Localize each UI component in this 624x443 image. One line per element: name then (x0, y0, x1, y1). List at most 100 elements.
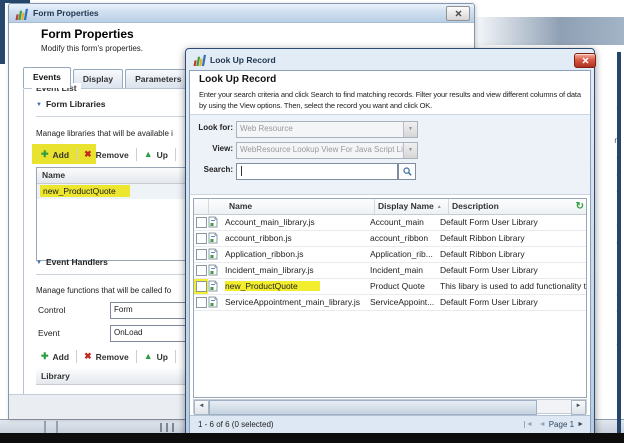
close-button[interactable] (446, 6, 470, 21)
script-file-icon (208, 296, 218, 308)
pager: ◄ ◄ Page 1 ► (521, 420, 584, 429)
crm-app-icon (193, 53, 206, 66)
table-row[interactable]: Incident_main_library.js Incident_main D… (194, 263, 586, 279)
row-checkbox[interactable] (196, 233, 207, 244)
add-button[interactable]: ✚Add (34, 145, 76, 164)
dialog-description: Enter your search criteria and click Sea… (199, 89, 589, 111)
table-row[interactable]: Account_main_library.js Account_main Def… (194, 215, 586, 231)
sort-asc-icon: ▲ (437, 204, 442, 210)
screenshot-canvas: a n m e e e u e o t n a o c o h b Form P… (0, 0, 624, 443)
remove-icon: ✖ (84, 352, 92, 361)
section-label: Form Libraries (46, 99, 106, 109)
page-label: Page 1 (549, 420, 574, 429)
text-caret (241, 166, 242, 176)
table-header-row: Name Display Name▲ Description ↻ (194, 199, 586, 215)
remove-button[interactable]: ✖Remove (77, 347, 136, 366)
highlighted-library-name: new_ProductQuote (225, 281, 320, 291)
scroll-right-icon[interactable]: ► (571, 400, 586, 415)
form-libraries-toolbar: ✚Add ✖Remove ▲Up (34, 145, 176, 164)
up-icon: ▲ (144, 150, 153, 159)
background-window-border (617, 52, 621, 433)
search-input[interactable] (236, 163, 398, 180)
add-icon: ✚ (41, 352, 49, 361)
form-libraries-section-header[interactable]: ▼ Form Libraries (36, 99, 105, 109)
event-handlers-section-header[interactable]: ▼ Event Handlers (36, 257, 108, 267)
dropdown-icon[interactable]: ▼ (403, 122, 417, 137)
row-checkbox[interactable] (196, 217, 207, 228)
status-bar: 1 - 6 of 6 (0 selected) ◄ ◄ Page 1 ► (190, 415, 590, 434)
up-button[interactable]: ▲Up (137, 347, 175, 366)
table-row[interactable]: ServiceAppointment_main_library.js Servi… (194, 295, 586, 311)
add-button[interactable]: ✚Add (34, 347, 76, 366)
horizontal-scrollbar[interactable]: ◄ ► (193, 399, 587, 414)
statusbar-divider (44, 421, 46, 433)
row-checkbox[interactable] (196, 249, 207, 260)
search-label: Search: (190, 165, 233, 174)
table-row[interactable]: Application_ribbon.js Application_rib...… (194, 247, 586, 263)
lookup-record-dialog: Look Up Record Look Up Record Enter your… (185, 48, 595, 439)
event-label: Event (38, 328, 60, 338)
row-checkbox[interactable] (196, 297, 207, 308)
up-button[interactable]: ▲Up (137, 145, 175, 164)
record-count: 1 - 6 of 6 (0 selected) (198, 420, 274, 429)
form-libraries-description: Manage libraries that will be available … (36, 129, 173, 138)
close-button[interactable] (574, 53, 596, 68)
script-file-icon (208, 232, 218, 244)
look-for-select[interactable]: Web Resource ▼ (236, 121, 418, 138)
resize-grip (160, 423, 178, 432)
refresh-icon[interactable]: ↻ (576, 201, 584, 212)
previous-page-icon[interactable]: ◄ (539, 421, 546, 428)
view-select[interactable]: WebResource Lookup View For Java Script … (236, 142, 418, 159)
row-checkbox[interactable] (196, 265, 207, 276)
results-table: Name Display Name▲ Description ↻ Account… (193, 198, 587, 398)
table-row[interactable]: account_ribbon.js account_ribbon Default… (194, 231, 586, 247)
search-criteria-area: Look for: Web Resource ▼ View: WebResour… (190, 114, 590, 195)
table-row-highlighted[interactable]: new_ProductQuote Product Quote This liba… (194, 279, 586, 295)
form-properties-titlebar[interactable]: Form Properties (9, 4, 474, 23)
checkbox-column-header (194, 199, 208, 214)
lookup-content-panel: Look Up Record Enter your search criteri… (189, 70, 591, 434)
add-icon: ✚ (41, 150, 49, 159)
search-button[interactable] (398, 163, 416, 180)
row-checkbox[interactable] (196, 281, 207, 292)
search-icon (403, 167, 412, 176)
script-file-icon (208, 264, 218, 276)
column-header-description[interactable]: Description (448, 199, 586, 214)
remove-button[interactable]: ✖Remove (77, 145, 136, 164)
next-page-icon[interactable]: ► (577, 421, 584, 428)
library-name: new_ProductQuote (40, 185, 130, 197)
dialog-heading: Look Up Record (199, 74, 276, 85)
column-header-name[interactable]: Name (229, 199, 374, 214)
lookup-titlebar[interactable]: Look Up Record (189, 51, 591, 69)
script-file-icon (208, 248, 218, 260)
collapse-icon: ▼ (36, 102, 42, 108)
control-label: Control (38, 305, 65, 315)
script-file-icon (208, 280, 218, 292)
dialog-subtitle: Modify this form's properties. (41, 44, 143, 53)
up-icon: ▲ (144, 352, 153, 361)
event-handlers-description: Manage functions that will be called fo (36, 286, 171, 295)
tab-parameters[interactable]: Parameters (125, 69, 191, 88)
close-icon (455, 10, 462, 17)
scrollbar-track[interactable] (537, 400, 571, 413)
dropdown-icon[interactable]: ▼ (403, 143, 417, 158)
section-label: Event Handlers (46, 257, 108, 267)
icon-column-header (208, 199, 229, 214)
toolbar-separator (175, 350, 176, 363)
taskbar-edge (0, 433, 624, 443)
event-handlers-toolbar: ✚Add ✖Remove ▲Up (34, 347, 176, 366)
window-title: Form Properties (33, 4, 99, 22)
remove-icon: ✖ (84, 150, 92, 159)
crm-app-icon (15, 7, 28, 20)
dialog-heading: Form Properties (41, 27, 134, 41)
statusbar-divider (56, 421, 58, 433)
scrollbar-thumb[interactable] (209, 400, 537, 415)
background-gradient-band (473, 17, 624, 45)
collapse-icon: ▼ (36, 260, 42, 266)
scroll-left-icon[interactable]: ◄ (194, 400, 209, 415)
column-header-display-name[interactable]: Display Name▲ (374, 199, 448, 214)
tab-events[interactable]: Events (23, 67, 71, 88)
first-page-icon[interactable]: ◄ (524, 421, 533, 428)
view-label: View: (190, 144, 233, 153)
look-for-label: Look for: (190, 123, 233, 132)
